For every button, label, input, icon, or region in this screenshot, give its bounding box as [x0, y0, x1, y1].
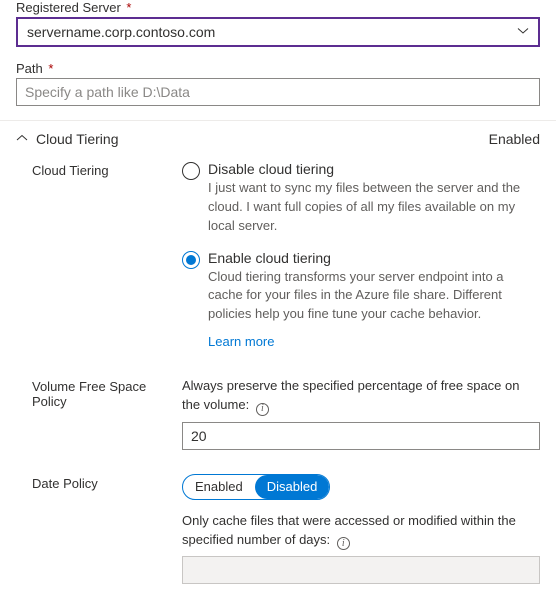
cloud-tiering-section-header[interactable]: Cloud Tiering Enabled [16, 121, 540, 161]
volume-policy-row: Volume Free Space Policy Always preserve… [16, 377, 540, 450]
date-policy-toggle[interactable]: Enabled Disabled [182, 474, 330, 500]
disable-cloud-tiering-radio[interactable]: Disable cloud tiering I just want to syn… [182, 161, 540, 236]
cloud-tiering-title: Cloud Tiering [36, 131, 119, 147]
volume-policy-label: Volume Free Space Policy [32, 377, 182, 450]
enable-cloud-tiering-radio[interactable]: Enable cloud tiering Cloud tiering trans… [182, 250, 540, 350]
cloud-tiering-row-label: Cloud Tiering [32, 161, 182, 353]
chevron-up-icon [16, 132, 28, 147]
date-policy-help: Only cache files that were accessed or m… [182, 512, 540, 551]
disable-radio-desc: I just want to sync my files between the… [208, 179, 540, 236]
toggle-enabled-option[interactable]: Enabled [183, 475, 255, 499]
cloud-tiering-status: Enabled [489, 131, 540, 147]
info-icon[interactable]: i [256, 403, 269, 416]
registered-server-field: Registered Server * servername.corp.cont… [16, 0, 540, 47]
path-label: Path * [16, 61, 540, 76]
registered-server-value: servername.corp.contoso.com [27, 24, 215, 40]
volume-policy-help: Always preserve the specified percentage… [182, 377, 540, 416]
path-input[interactable] [16, 78, 540, 106]
registered-server-label: Registered Server * [16, 0, 540, 15]
registered-server-select[interactable]: servername.corp.contoso.com [16, 17, 540, 47]
enable-radio-label: Enable cloud tiering [208, 250, 540, 266]
date-policy-row: Date Policy Enabled Disabled Only cache … [16, 474, 540, 585]
disable-radio-label: Disable cloud tiering [208, 161, 540, 177]
radio-unchecked-icon [182, 162, 200, 180]
learn-more-link[interactable]: Learn more [208, 334, 274, 349]
date-policy-label: Date Policy [32, 474, 182, 585]
radio-checked-icon [182, 251, 200, 269]
required-indicator: * [126, 0, 131, 15]
volume-free-space-input[interactable] [182, 422, 540, 450]
enable-radio-desc: Cloud tiering transforms your server end… [208, 268, 540, 325]
date-policy-days-input [182, 556, 540, 584]
info-icon[interactable]: i [337, 537, 350, 550]
toggle-disabled-option[interactable]: Disabled [255, 475, 330, 499]
chevron-down-icon [517, 24, 529, 40]
cloud-tiering-row: Cloud Tiering Disable cloud tiering I ju… [16, 161, 540, 353]
required-indicator: * [48, 61, 53, 76]
path-field: Path * [16, 61, 540, 106]
